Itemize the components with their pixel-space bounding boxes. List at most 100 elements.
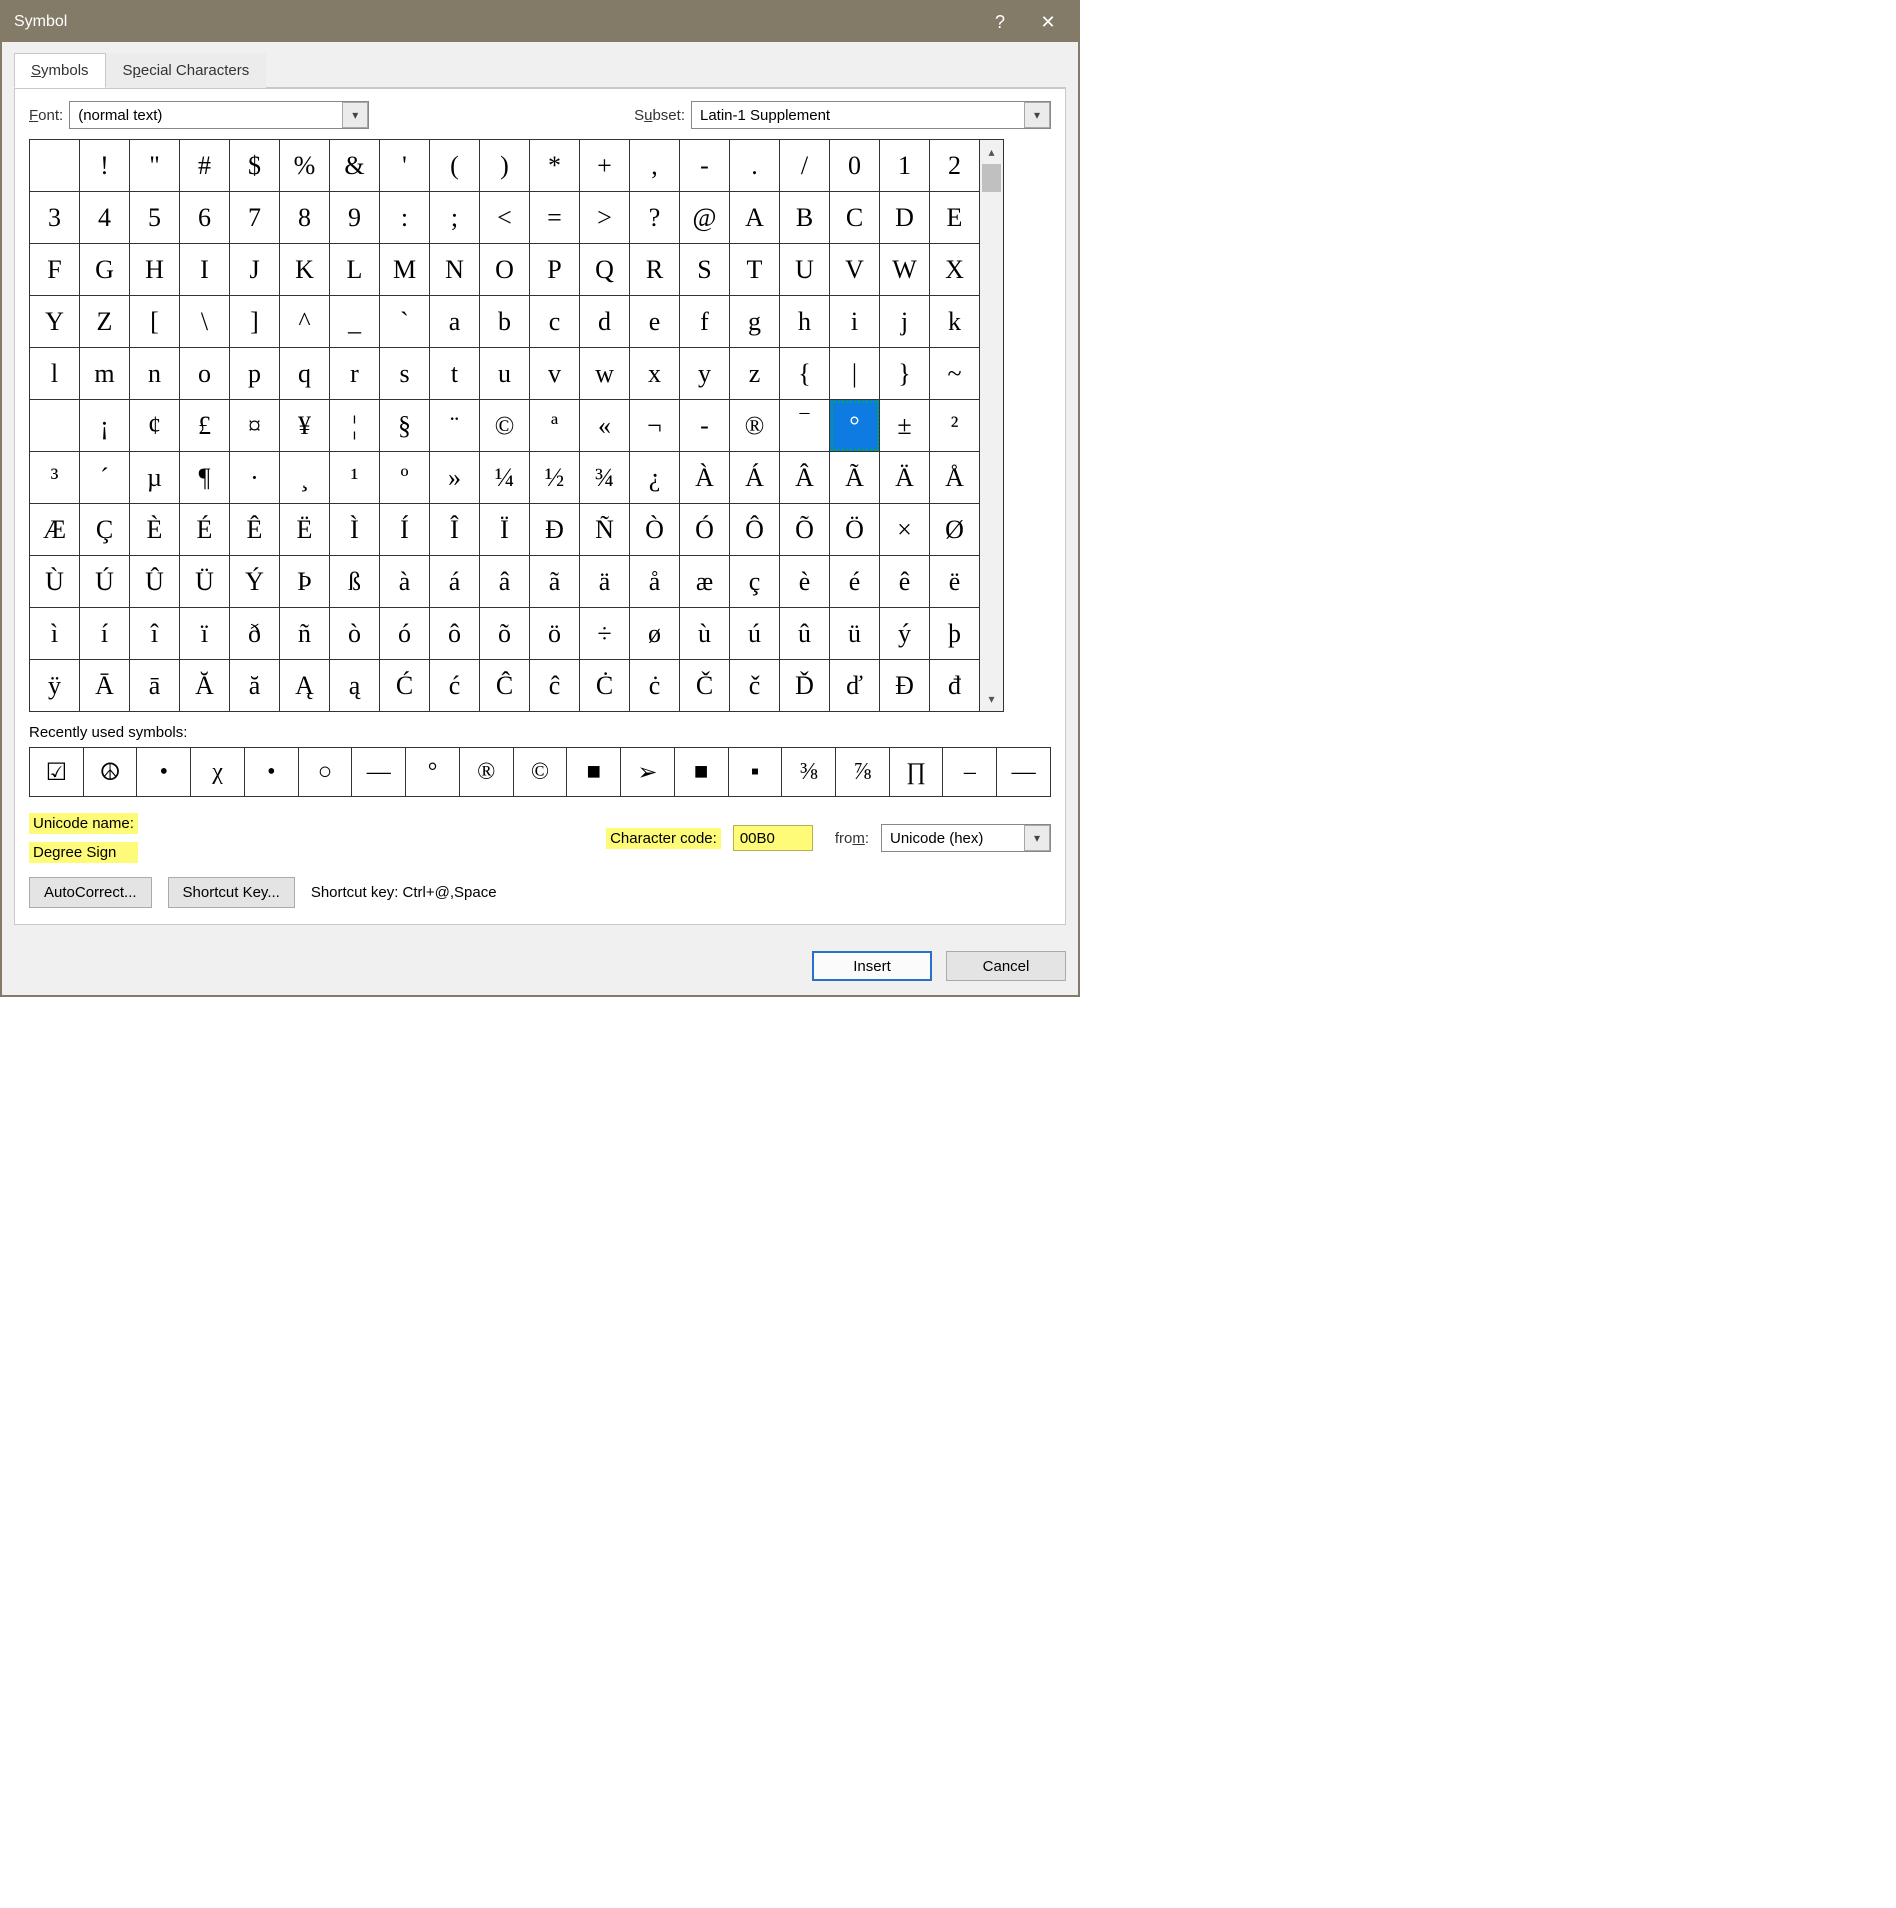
character-grid[interactable]: !"#$%&'()*+,-./0123456789:;<=>?@ABCDEFGH… (29, 139, 980, 712)
grid-cell[interactable]: t (430, 348, 480, 400)
grid-cell[interactable]: ± (880, 400, 930, 452)
grid-cell[interactable]: p (230, 348, 280, 400)
grid-cell[interactable]: ¬ (630, 400, 680, 452)
grid-cell[interactable]: ¼ (480, 452, 530, 504)
recent-symbol[interactable]: ® (460, 748, 514, 796)
grid-cell[interactable]: ć (430, 660, 480, 712)
grid-cell[interactable]: Ā (80, 660, 130, 712)
tab-special-characters[interactable]: Special Characters (106, 53, 267, 88)
grid-cell[interactable]: Ò (630, 504, 680, 556)
recent-symbol[interactable]: – (943, 748, 997, 796)
grid-cell[interactable]: Ï (480, 504, 530, 556)
chevron-down-icon[interactable]: ▾ (342, 102, 368, 128)
grid-cell[interactable]: N (430, 244, 480, 296)
grid-cell[interactable]: T (730, 244, 780, 296)
grid-cell[interactable]: Ú (80, 556, 130, 608)
grid-cell[interactable]: Ä (880, 452, 930, 504)
grid-cell[interactable]: Ö (830, 504, 880, 556)
recent-symbol[interactable]: ∏ (890, 748, 944, 796)
grid-cell[interactable]: » (430, 452, 480, 504)
grid-cell[interactable]: č (730, 660, 780, 712)
grid-cell[interactable]: ¿ (630, 452, 680, 504)
grid-cell[interactable]: = (530, 192, 580, 244)
grid-cell[interactable]: / (780, 140, 830, 192)
grid-cell[interactable]: > (580, 192, 630, 244)
grid-cell[interactable]: ! (80, 140, 130, 192)
grid-cell[interactable]: Č (680, 660, 730, 712)
grid-cell[interactable]: i (830, 296, 880, 348)
grid-cell[interactable]: · (230, 452, 280, 504)
grid-cell[interactable]: u (480, 348, 530, 400)
grid-cell[interactable]: ? (630, 192, 680, 244)
recent-symbol[interactable]: ☑ (30, 748, 84, 796)
grid-cell[interactable]: l (30, 348, 80, 400)
grid-cell[interactable]: ā (130, 660, 180, 712)
grid-cell[interactable]: Â (780, 452, 830, 504)
grid-cell[interactable]: Ç (80, 504, 130, 556)
grid-cell[interactable]: ï (180, 608, 230, 660)
grid-cell[interactable]: w (580, 348, 630, 400)
grid-cell[interactable] (30, 400, 80, 452)
grid-cell[interactable]: ă (230, 660, 280, 712)
grid-cell[interactable]: % (280, 140, 330, 192)
grid-cell[interactable]: Å (930, 452, 980, 504)
grid-cell[interactable]: ý (880, 608, 930, 660)
grid-cell[interactable]: j (880, 296, 930, 348)
grid-cell[interactable]: x (630, 348, 680, 400)
grid-cell[interactable]: ä (580, 556, 630, 608)
recent-symbol[interactable]: ➢ (621, 748, 675, 796)
grid-cell[interactable]: 4 (80, 192, 130, 244)
grid-cell[interactable]: $ (230, 140, 280, 192)
grid-cell[interactable]: ċ (630, 660, 680, 712)
grid-cell[interactable]: ü (830, 608, 880, 660)
grid-cell[interactable]: + (580, 140, 630, 192)
grid-cell[interactable]: Ã (830, 452, 880, 504)
grid-cell[interactable]: Ø (930, 504, 980, 556)
grid-cell[interactable]: Ď (780, 660, 830, 712)
grid-cell[interactable]: 8 (280, 192, 330, 244)
grid-cell[interactable]: ñ (280, 608, 330, 660)
grid-cell[interactable]: Ü (180, 556, 230, 608)
grid-cell[interactable]: Ù (30, 556, 80, 608)
grid-cell[interactable]: d (580, 296, 630, 348)
grid-cell[interactable]: ĉ (530, 660, 580, 712)
grid-cell[interactable]: Ċ (580, 660, 630, 712)
grid-cell[interactable]: â (480, 556, 530, 608)
grid-cell[interactable]: ¶ (180, 452, 230, 504)
from-combo[interactable]: Unicode (hex) ▾ (881, 824, 1051, 852)
grid-cell[interactable]: h (780, 296, 830, 348)
grid-cell[interactable]: ó (380, 608, 430, 660)
recent-symbol[interactable]: ⅞ (836, 748, 890, 796)
grid-cell[interactable]: O (480, 244, 530, 296)
grid-cell[interactable]: û (780, 608, 830, 660)
grid-cell[interactable]: o (180, 348, 230, 400)
autocorrect-button[interactable]: AutoCorrect... (29, 877, 152, 908)
grid-cell[interactable]: v (530, 348, 580, 400)
grid-cell[interactable]: ö (530, 608, 580, 660)
grid-cell[interactable]: Ë (280, 504, 330, 556)
grid-cell[interactable]: ¡ (80, 400, 130, 452)
grid-cell[interactable]: ¢ (130, 400, 180, 452)
grid-cell[interactable]: . (730, 140, 780, 192)
grid-cell[interactable]: ¦ (330, 400, 380, 452)
grid-cell[interactable]: G (80, 244, 130, 296)
grid-cell[interactable]: Z (80, 296, 130, 348)
grid-cell[interactable]: 7 (230, 192, 280, 244)
grid-cell[interactable]: ½ (530, 452, 580, 504)
grid-cell[interactable]: ÿ (30, 660, 80, 712)
grid-cell[interactable]: A (730, 192, 780, 244)
grid-cell[interactable]: a (430, 296, 480, 348)
grid-cell[interactable]: z (730, 348, 780, 400)
grid-cell[interactable]: ð (230, 608, 280, 660)
grid-cell[interactable]: æ (680, 556, 730, 608)
grid-cell[interactable]: ¸ (280, 452, 330, 504)
grid-cell[interactable]: ø (630, 608, 680, 660)
grid-cell[interactable]: ³ (30, 452, 80, 504)
grid-cell[interactable]: @ (680, 192, 730, 244)
grid-cell[interactable]: ô (430, 608, 480, 660)
grid-cell[interactable]: à (380, 556, 430, 608)
grid-cell[interactable]: ² (930, 400, 980, 452)
grid-cell[interactable]: ª (530, 400, 580, 452)
scroll-track[interactable] (980, 164, 1003, 687)
grid-cell[interactable]: # (180, 140, 230, 192)
